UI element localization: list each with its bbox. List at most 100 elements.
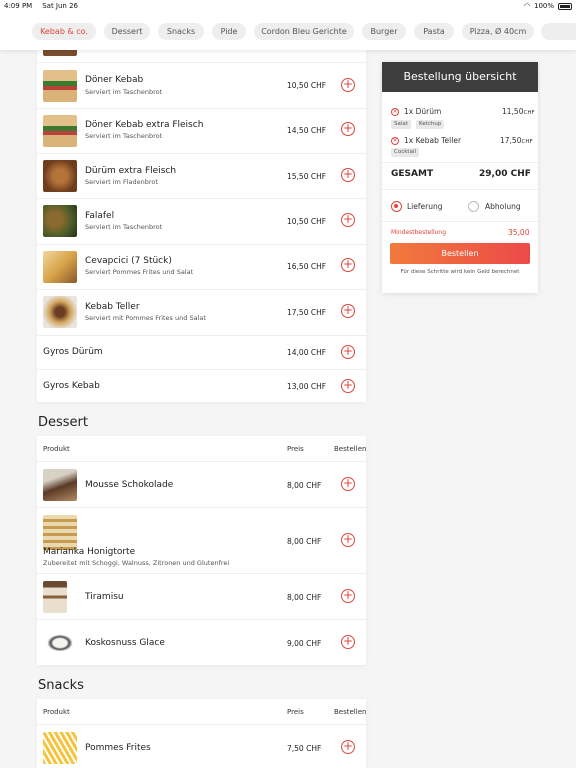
add-to-cart-button[interactable]: +: [341, 213, 355, 227]
order-button[interactable]: Bestellen: [390, 243, 530, 264]
divider: [382, 189, 538, 190]
add-to-cart-button[interactable]: +: [341, 304, 355, 318]
add-to-cart-button[interactable]: +: [341, 533, 355, 547]
item-name: Tiramisu: [85, 592, 124, 602]
item-name: Döner Kebab extra Fleisch: [85, 120, 204, 130]
item-description: Serviert im Taschenbrot: [85, 223, 163, 231]
item-price: 10,50 CHF: [287, 81, 327, 90]
table-row[interactable]: Pommes Frites 7,50 CHF +: [37, 724, 366, 768]
order-item-price: 11,50CHF: [502, 107, 535, 116]
pickup-label[interactable]: Abholung: [485, 202, 521, 211]
menu-item-row[interactable]: Gyros Dürüm 14,00 CHF +: [37, 335, 366, 369]
category-tab[interactable]: Dessert: [104, 23, 150, 40]
item-price: 7,50 CHF: [287, 744, 322, 753]
minimum-order-label: Mindestbestellung: [391, 229, 447, 236]
pickup-radio[interactable]: [468, 201, 479, 212]
item-description: Serviert Pommes Frites und Salat: [85, 268, 194, 276]
add-to-cart-button[interactable]: +: [341, 635, 355, 649]
add-to-cart-button[interactable]: +: [341, 258, 355, 272]
item-description: Serviert mit Pommes Frites und Salat: [85, 314, 206, 322]
item-name: Gyros Kebab: [43, 381, 100, 391]
item-thumbnail: [43, 251, 77, 283]
item-price: 9,00 CHF: [287, 639, 322, 648]
item-name: Gyros Dürüm: [43, 347, 103, 357]
item-price: 14,50 CHF: [287, 126, 327, 135]
menu-item-row[interactable]: Falafel Serviert im Taschenbrot 10,50 CH…: [37, 198, 366, 244]
category-tab[interactable]: Burger: [362, 23, 406, 40]
dessert-table: Produkt Preis Bestellen Mousse Schokolad…: [37, 436, 366, 665]
item-thumbnail: [43, 732, 77, 764]
add-to-cart-button[interactable]: +: [341, 740, 355, 754]
add-to-cart-button[interactable]: +: [341, 78, 355, 92]
order-summary-panel: Bestellung übersicht × 1x Dürüm 11,50CHF…: [382, 62, 538, 293]
divider: [382, 221, 538, 222]
item-name: Koskosnuss Glace: [85, 638, 165, 648]
item-name: Marianka Honigtorte: [43, 547, 136, 557]
item-price: 10,50 CHF: [287, 217, 327, 226]
add-to-cart-button[interactable]: +: [341, 477, 355, 491]
column-header-price: Preis: [287, 708, 304, 716]
category-tab[interactable]: Snacks: [158, 23, 204, 40]
item-price: 17,50 CHF: [287, 308, 327, 317]
delivery-label[interactable]: Lieferung: [407, 202, 442, 211]
item-thumbnail: [43, 160, 77, 192]
add-to-cart-button[interactable]: +: [341, 379, 355, 393]
total-value: 29,00 CHF: [479, 169, 531, 179]
item-name: Dürüm extra Fleisch: [85, 166, 177, 176]
category-tab-partial[interactable]: [541, 23, 576, 40]
category-tab[interactable]: Pizza, Ø 40cm: [462, 23, 534, 40]
item-description: Zubereitet mit Schoggi, Walnuss, Zitrone…: [43, 559, 230, 567]
category-tab[interactable]: Pide: [212, 23, 246, 40]
item-thumbnail: [43, 627, 77, 659]
item-thumbnail: [43, 296, 77, 328]
item-price: 8,00 CHF: [287, 537, 322, 546]
category-tab[interactable]: Pasta: [414, 23, 454, 40]
section-title-dessert: Dessert: [38, 415, 88, 430]
menu-item-row[interactable]: Cevapcici (7 Stück) Serviert Pommes Frit…: [37, 244, 366, 289]
order-item-extra: Ketchup: [416, 120, 445, 129]
snacks-table: Produkt Preis Bestellen Pommes Frites 7,…: [37, 699, 366, 768]
add-to-cart-button[interactable]: +: [341, 122, 355, 136]
table-row[interactable]: Mousse Schokolade 8,00 CHF +: [37, 461, 366, 507]
column-header-product: Produkt: [43, 708, 70, 716]
item-thumbnail: [43, 70, 77, 102]
table-row[interactable]: Marianka Honigtorte Zubereitet mit Schog…: [37, 507, 366, 573]
order-item-label: 1x Kebab Teller: [404, 136, 462, 145]
item-name: Pommes Frites: [85, 743, 151, 753]
battery-icon: [558, 2, 572, 10]
item-description: Serviert im Taschenbrot: [85, 88, 163, 96]
item-description: Serviert im Fladenbrot: [85, 178, 158, 186]
clock: 4:09 PM: [4, 2, 33, 10]
column-header-price: Preis: [287, 445, 304, 453]
table-row[interactable]: Koskosnuss Glace 9,00 CHF +: [37, 619, 366, 665]
menu-item-row[interactable]: Kebab Teller Serviert mit Pommes Frites …: [37, 289, 366, 335]
item-thumbnail: [43, 581, 67, 613]
category-tab[interactable]: Kebab & co.: [32, 23, 96, 40]
menu-item-row[interactable]: Dürüm extra Fleisch Serviert im Fladenbr…: [37, 153, 366, 198]
kebab-menu-list: Döner Kebab Serviert im Taschenbrot 10,5…: [37, 42, 366, 402]
add-to-cart-button[interactable]: +: [341, 345, 355, 359]
item-description: Serviert im Taschenbrot: [85, 132, 163, 140]
add-to-cart-button[interactable]: +: [341, 168, 355, 182]
item-name: Mousse Schokolade: [85, 480, 174, 490]
order-item-extra: Cocktail: [391, 148, 419, 157]
menu-item-row[interactable]: Döner Kebab Serviert im Taschenbrot 10,5…: [37, 62, 366, 108]
add-to-cart-button[interactable]: +: [341, 589, 355, 603]
order-item-label: 1x Dürüm: [404, 107, 442, 116]
item-name: Falafel: [85, 211, 115, 221]
category-tab[interactable]: Cordon Bleu Gerichte: [254, 23, 354, 40]
menu-item-row[interactable]: Döner Kebab extra Fleisch Serviert im Ta…: [37, 108, 366, 153]
order-item-extra: Salat: [391, 120, 411, 129]
item-name: Cevapcici (7 Stück): [85, 256, 172, 266]
item-price: 16,50 CHF: [287, 262, 327, 271]
delivery-radio[interactable]: [391, 201, 402, 212]
item-price: 13,00 CHF: [287, 382, 327, 391]
order-note: Für diese Schritte wird kein Geld berech…: [400, 269, 520, 275]
remove-item-icon[interactable]: ×: [391, 137, 399, 145]
menu-item-row[interactable]: Gyros Kebab 13,00 CHF +: [37, 369, 366, 402]
remove-item-icon[interactable]: ×: [391, 108, 399, 116]
table-row[interactable]: Tiramisu 8,00 CHF +: [37, 573, 366, 619]
item-thumbnail: [43, 515, 77, 550]
item-thumbnail: [43, 469, 77, 501]
minimum-order-value: 35,00: [508, 228, 530, 237]
